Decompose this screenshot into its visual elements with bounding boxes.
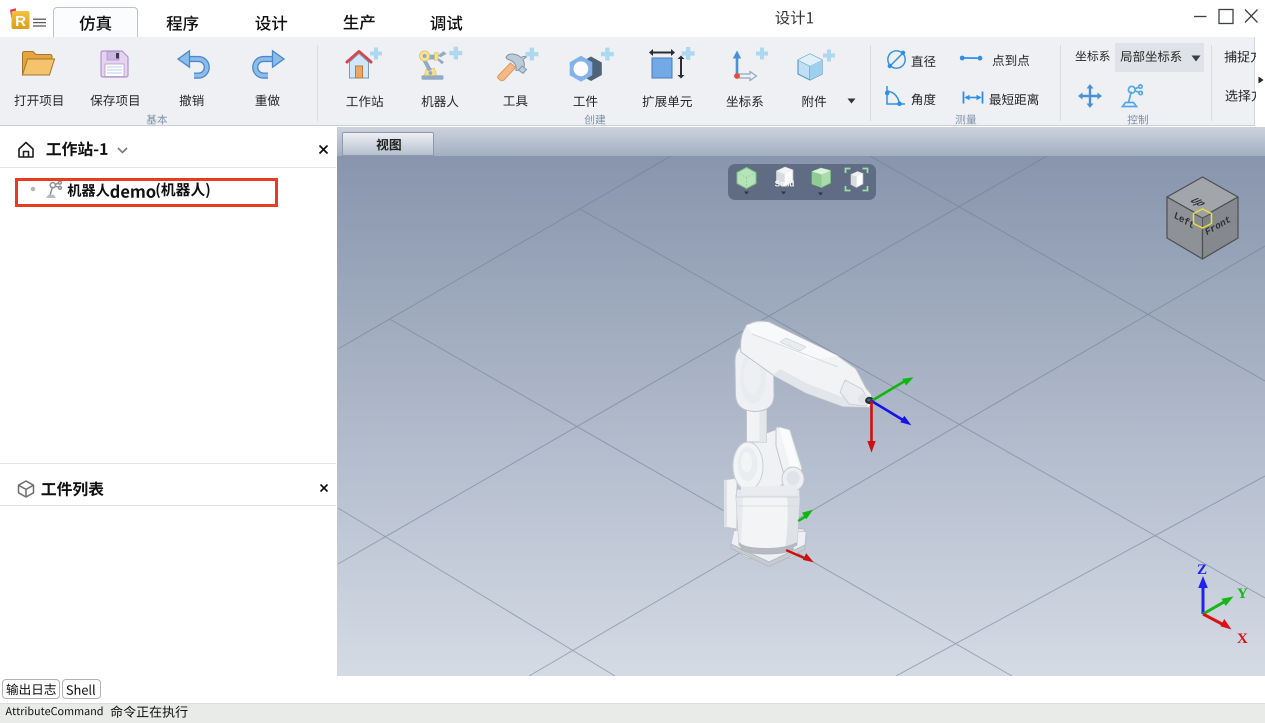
svg-text:Solid: Solid (775, 180, 795, 189)
svg-text:Y: Y (1237, 586, 1248, 602)
svg-text:R: R (15, 13, 26, 30)
svg-text:X: X (1237, 631, 1248, 647)
svg-text:Z: Z (1197, 562, 1207, 578)
